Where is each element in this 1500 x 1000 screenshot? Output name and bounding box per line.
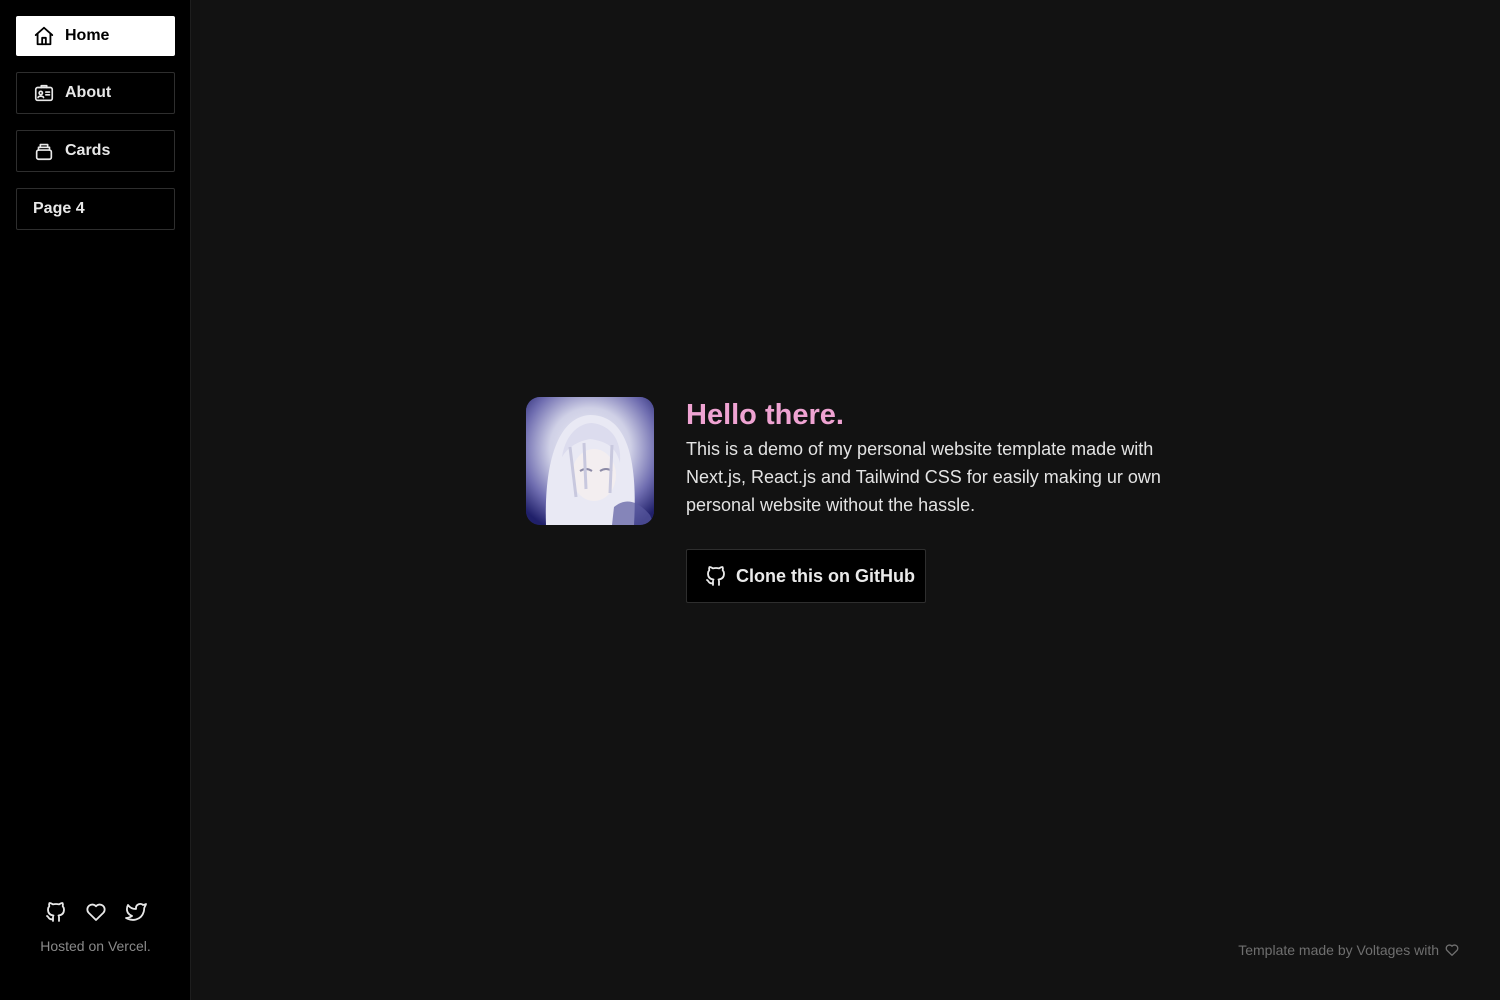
clone-button-label: Clone this on GitHub	[736, 565, 915, 586]
heart-icon[interactable]	[84, 900, 108, 924]
sidebar-item-cards[interactable]: Cards	[16, 130, 175, 172]
github-icon[interactable]	[44, 900, 68, 924]
intro-section: Hello there. This is a demo of my person…	[686, 397, 1186, 519]
app-root: Home About Cards Page 4 Hosted on Vercel…	[0, 0, 1500, 1000]
id-card-icon	[33, 82, 55, 104]
clone-on-github-button[interactable]: Clone this on GitHub	[686, 549, 926, 603]
twitter-icon[interactable]	[124, 900, 148, 924]
sidebar-item-page-4[interactable]: Page 4	[16, 188, 175, 230]
hosted-text: Hosted on Vercel.	[40, 938, 151, 954]
sidebar-item-label: About	[65, 84, 112, 101]
credit-text: Template made by Voltages with	[1238, 942, 1439, 958]
sidebar-item-about[interactable]: About	[16, 72, 175, 114]
sidebar-item-label: Home	[65, 27, 110, 44]
sidebar-nav: Home About Cards Page 4	[16, 16, 175, 246]
template-credit: Template made by Voltages with	[1238, 942, 1460, 958]
sidebar-item-label: Page 4	[33, 200, 85, 217]
description: This is a demo of my personal website te…	[686, 439, 1161, 515]
home-icon	[33, 25, 55, 47]
github-icon	[704, 564, 728, 588]
headline: Hello there.	[686, 399, 844, 431]
sidebar-item-label: Cards	[65, 142, 111, 159]
sidebar-item-home[interactable]: Home	[16, 16, 175, 56]
cards-stack-icon	[33, 140, 55, 162]
profile-avatar	[526, 397, 654, 525]
social-links	[0, 900, 191, 924]
sidebar-footer: Hosted on Vercel.	[0, 900, 191, 954]
heart-icon	[1444, 942, 1460, 958]
sidebar: Home About Cards Page 4 Hosted on Vercel…	[0, 0, 191, 1000]
